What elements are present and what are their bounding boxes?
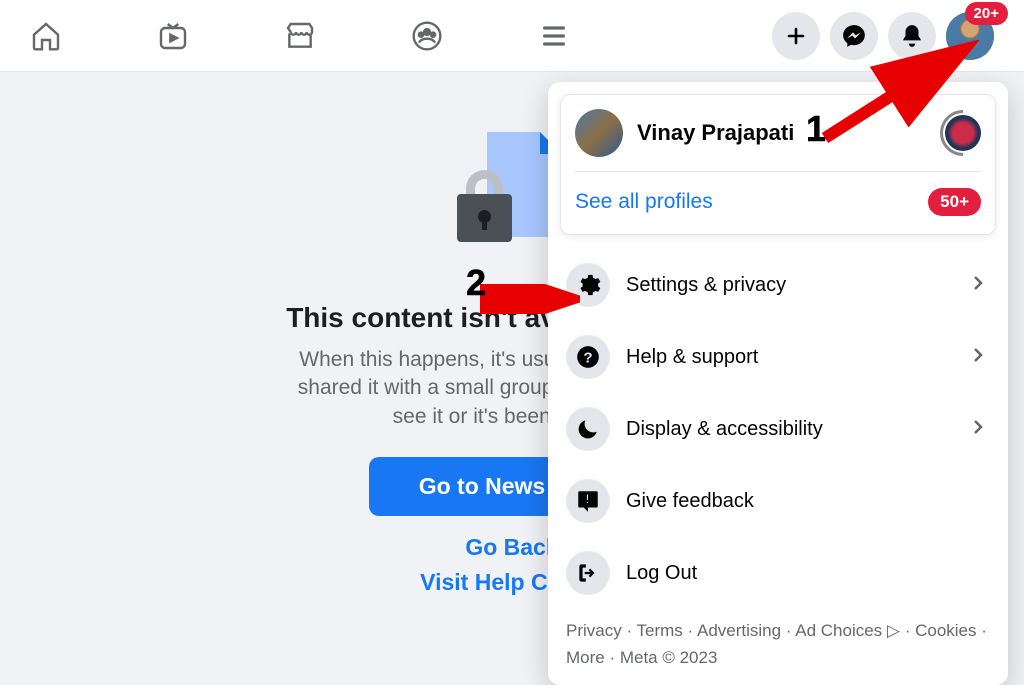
- profile-row[interactable]: Vinay Prajapati: [575, 109, 981, 172]
- bell-icon: [899, 23, 925, 49]
- nav-right: 20+: [772, 12, 994, 60]
- feedback-icon: [566, 479, 610, 523]
- top-header: 20+: [0, 0, 1024, 72]
- help-icon: ?: [566, 335, 610, 379]
- logout-icon: [566, 551, 610, 595]
- groups-icon[interactable]: [411, 20, 443, 52]
- menu-help-support[interactable]: ? Help & support: [560, 321, 996, 393]
- chevron-right-icon: [966, 271, 990, 300]
- profiles-count-badge: 50+: [928, 188, 981, 216]
- profile-name: Vinay Prajapati: [637, 120, 794, 146]
- marketplace-icon[interactable]: [284, 20, 316, 52]
- menu-hamburger-icon[interactable]: [538, 20, 570, 52]
- annotation-label-2: 2: [466, 262, 486, 304]
- gear-icon: [566, 263, 610, 307]
- annotation-label-1: 1: [806, 108, 826, 150]
- footer-links[interactable]: Privacy · Terms · Advertising · Ad Choic…: [560, 609, 996, 673]
- moon-icon: [566, 407, 610, 451]
- messenger-button[interactable]: [830, 12, 878, 60]
- menu-label: Settings & privacy: [626, 274, 786, 297]
- menu-label: Help & support: [626, 346, 758, 369]
- svg-text:?: ?: [583, 349, 592, 366]
- account-dropdown: Vinay Prajapati See all profiles 50+ Set…: [548, 82, 1008, 685]
- chevron-right-icon: [966, 343, 990, 372]
- watch-icon[interactable]: [157, 20, 189, 52]
- go-back-link[interactable]: Go Back: [465, 534, 558, 561]
- see-all-profiles-link: See all profiles: [575, 190, 713, 214]
- see-all-profiles-row[interactable]: See all profiles 50+: [575, 172, 981, 216]
- plus-icon: [784, 24, 808, 48]
- notifications-button[interactable]: [888, 12, 936, 60]
- menu-label: Display & accessibility: [626, 418, 823, 441]
- menu-give-feedback[interactable]: Give feedback: [560, 465, 996, 537]
- menu-display-accessibility[interactable]: Display & accessibility: [560, 393, 996, 465]
- chevron-right-icon: [966, 415, 990, 444]
- switch-profile-icon[interactable]: [945, 115, 981, 151]
- profile-card: Vinay Prajapati See all profiles 50+: [560, 94, 996, 235]
- nav-left: [30, 20, 570, 52]
- profile-avatar-small: [575, 109, 623, 157]
- menu-label: Log Out: [626, 562, 697, 585]
- create-button[interactable]: [772, 12, 820, 60]
- messenger-icon: [841, 23, 867, 49]
- menu-settings-privacy[interactable]: Settings & privacy: [560, 249, 996, 321]
- menu-label: Give feedback: [626, 490, 754, 513]
- notification-count-badge: 20+: [965, 2, 1008, 25]
- home-icon[interactable]: [30, 20, 62, 52]
- menu-log-out[interactable]: Log Out: [560, 537, 996, 609]
- profile-avatar-button[interactable]: 20+: [946, 12, 994, 60]
